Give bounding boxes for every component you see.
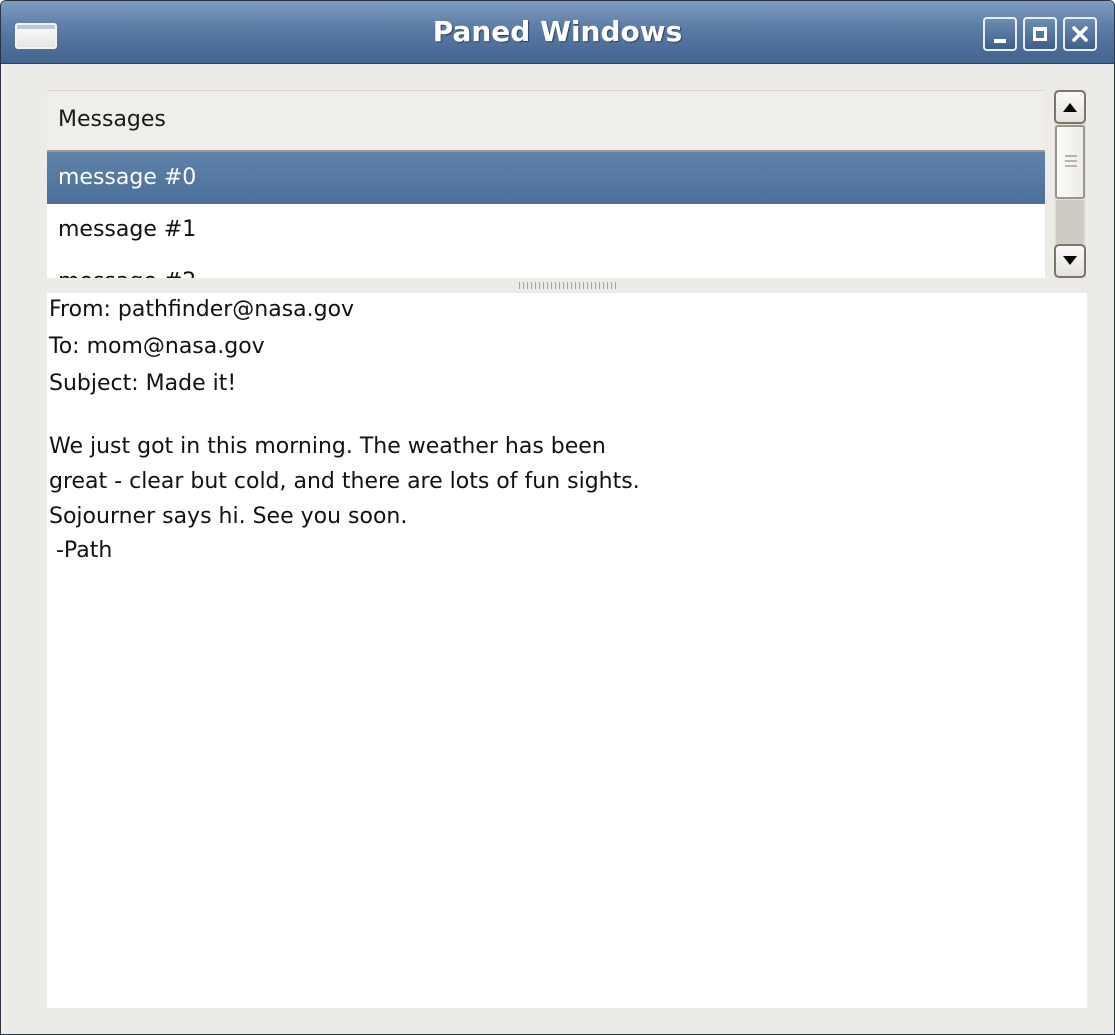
thumb-grip-line — [1065, 165, 1077, 167]
minimize-button[interactable] — [983, 17, 1017, 51]
message-list-item[interactable]: message #1 — [47, 204, 1045, 256]
sash-grip-handle[interactable] — [519, 282, 619, 289]
message-line-signature: -Path — [49, 538, 113, 563]
scroll-thumb[interactable] — [1055, 125, 1085, 199]
scroll-down-arrow-icon — [1063, 256, 1077, 265]
paned-windows-window: Paned Windows Messages message #0 messag… — [0, 0, 1115, 1035]
maximize-button[interactable] — [1023, 17, 1057, 51]
message-line-body: great - clear but cold, and there are lo… — [49, 469, 640, 494]
thumb-grip-line — [1065, 155, 1077, 157]
scroll-up-button[interactable] — [1054, 90, 1086, 124]
minimize-icon — [994, 39, 1006, 43]
message-line-body: We just got in this morning. The weather… — [49, 434, 606, 459]
message-list-item[interactable]: message #0 — [47, 152, 1045, 204]
scroll-down-button[interactable] — [1054, 244, 1086, 278]
scroll-track[interactable] — [1056, 200, 1084, 244]
messages-column-header[interactable]: Messages — [47, 90, 1045, 150]
pane-sash[interactable] — [47, 278, 1087, 293]
title-bar[interactable]: Paned Windows — [1, 1, 1114, 64]
message-line-subject: Subject: Made it! — [49, 371, 237, 396]
message-line-to: To: mom@nasa.gov — [49, 334, 265, 359]
message-body-text[interactable]: From: pathfinder@nasa.gov To: mom@nasa.g… — [47, 293, 1087, 1008]
close-icon — [1072, 26, 1088, 42]
window-title: Paned Windows — [432, 15, 683, 48]
scroll-up-arrow-icon — [1063, 103, 1077, 112]
message-line-from: From: pathfinder@nasa.gov — [49, 297, 355, 322]
messages-scrollbar[interactable] — [1054, 90, 1086, 278]
maximize-icon — [1033, 27, 1047, 41]
message-line-body: Sojourner says hi. See you soon. — [49, 504, 408, 529]
messages-list[interactable]: Messages message #0 message #1 message #… — [47, 90, 1045, 278]
messages-column-header-label: Messages — [58, 107, 166, 132]
message-list-item[interactable]: message #2 — [47, 256, 1045, 278]
close-button[interactable] — [1063, 17, 1097, 51]
thumb-grip-line — [1065, 160, 1077, 162]
